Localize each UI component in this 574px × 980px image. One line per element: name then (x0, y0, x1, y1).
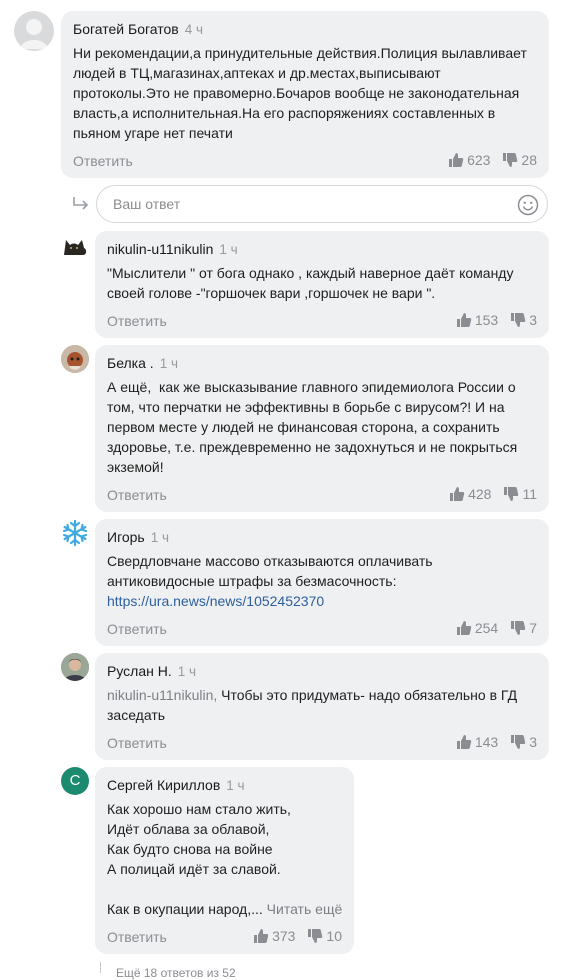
comment-text: Как хорошо нам стало жить, Идёт облава з… (107, 801, 343, 917)
votes: 428 11 (449, 486, 537, 502)
like-count: 373 (272, 928, 296, 944)
like-button[interactable]: 153 (456, 312, 498, 328)
like-count: 623 (467, 152, 491, 168)
like-button[interactable]: 254 (456, 620, 498, 636)
reply-button[interactable]: Ответить (107, 621, 167, 637)
reply-input-container (96, 185, 548, 223)
like-count: 143 (474, 734, 499, 750)
comment-bubble: Сергей Кириллов 1 ч Как хорошо нам стало … (95, 767, 354, 954)
dislike-button[interactable]: 3 (510, 734, 537, 750)
dislike-button[interactable]: 7 (510, 620, 537, 636)
timestamp[interactable]: 1 ч (178, 664, 196, 679)
dislike-button[interactable]: 11 (503, 486, 537, 502)
votes: 143 3 (456, 734, 537, 750)
votes: 153 3 (456, 312, 537, 328)
comment-bubble: Белка . 1 ч А ещё, как же высказывание гл… (95, 345, 549, 512)
author-name[interactable]: Богатей Богатов (73, 21, 179, 37)
thumbs-down-icon (504, 487, 519, 501)
reply-arrow-icon (73, 197, 89, 210)
comment-bubble: Игорь 1 ч Свердловчане массово отказывают… (95, 519, 549, 646)
timestamp[interactable]: 1 ч (151, 530, 169, 545)
squirrel-avatar-icon (61, 345, 89, 373)
dislike-button[interactable]: 3 (510, 312, 537, 328)
thumbs-up-icon (449, 153, 464, 167)
votes: 623 28 (448, 152, 537, 168)
comment-bubble: Руслан Н. 1 ч nikulin-u11nikulin, Чтобы э… (95, 653, 549, 760)
timestamp[interactable]: 4 ч (185, 22, 203, 37)
author-name[interactable]: Сергей Кириллов (107, 777, 220, 793)
author-name[interactable]: Игорь (107, 529, 145, 545)
votes: 254 7 (456, 620, 537, 636)
thread-line (100, 962, 101, 973)
thumbs-up-icon (254, 929, 269, 943)
dislike-button[interactable]: 28 (502, 152, 537, 168)
thumbs-down-icon (511, 313, 526, 327)
reply-button[interactable]: Ответить (73, 153, 133, 169)
author-name[interactable]: Белка . (107, 355, 154, 371)
thumbs-down-icon (503, 153, 518, 167)
votes: 373 10 (253, 928, 342, 944)
thumbs-down-icon (511, 735, 526, 749)
comment-text: Ни рекомендации,а принудительные действи… (73, 45, 527, 141)
author-name[interactable]: Руслан Н. (107, 663, 172, 679)
comment-text: Свердловчане массово отказываются оплачи… (107, 553, 433, 609)
read-more-link[interactable]: Читать ещё (267, 901, 343, 917)
dislike-count: 3 (529, 734, 537, 750)
dislike-count: 11 (522, 486, 537, 502)
timestamp[interactable]: 1 ч (160, 356, 178, 371)
emoji-icon[interactable] (517, 194, 539, 216)
reply-button[interactable]: Ответить (107, 313, 167, 329)
like-button[interactable]: 428 (449, 486, 491, 502)
cat-avatar-icon (64, 240, 87, 255)
thumbs-up-icon (456, 313, 472, 327)
thumbs-down-icon (308, 929, 323, 943)
dislike-button[interactable]: 10 (307, 928, 342, 944)
mention-link[interactable]: nikulin-u11nikulin, (107, 687, 217, 703)
more-replies-link[interactable]: Ещё 18 ответов из 52 (116, 966, 236, 980)
dislike-count: 28 (521, 152, 537, 168)
like-count: 428 (468, 486, 492, 502)
author-name[interactable]: nikulin-u11nikulin (107, 241, 213, 257)
like-count: 153 (474, 312, 499, 328)
thumbs-up-icon (456, 621, 472, 635)
reply-button[interactable]: Ответить (107, 929, 167, 945)
dislike-count: 10 (326, 928, 342, 944)
avatar[interactable] (14, 11, 54, 51)
dislike-count: 7 (529, 620, 537, 636)
comment-text: А ещё, как же высказывание главного эпид… (107, 379, 518, 475)
reply-button[interactable]: Ответить (107, 487, 167, 503)
user-placeholder-icon (20, 19, 48, 49)
comment-link[interactable]: https://ura.news/news/1052452370 (107, 593, 324, 609)
comment-text: "Мыслители " от бога однако , каждый нав… (107, 265, 514, 301)
timestamp[interactable]: 1 ч (219, 242, 237, 257)
thumbs-up-icon (456, 735, 472, 749)
avatar[interactable]: С (61, 767, 89, 795)
comment-text: nikulin-u11nikulin, Чтобы это придумать-… (107, 687, 518, 723)
avatar-letter: С (69, 772, 81, 789)
like-button[interactable]: 373 (253, 928, 295, 944)
reply-input[interactable] (111, 195, 505, 213)
avatar[interactable] (61, 519, 89, 547)
thumbs-up-icon (450, 487, 465, 501)
avatar[interactable] (61, 345, 89, 373)
timestamp[interactable]: 1 ч (226, 778, 244, 793)
like-button[interactable]: 623 (448, 152, 490, 168)
like-button[interactable]: 143 (456, 734, 498, 750)
avatar[interactable] (61, 231, 89, 259)
reply-button[interactable]: Ответить (107, 735, 167, 751)
snowflake-icon (62, 519, 88, 547)
avatar[interactable] (61, 653, 89, 681)
comment-bubble: nikulin-u11nikulin 1 ч "Мыслители " от бо… (95, 231, 549, 338)
comment-bubble: Богатей Богатов 4 ч Ни рекомендации,а при… (61, 11, 549, 178)
thumbs-down-icon (511, 621, 526, 635)
user-photo-icon (61, 653, 89, 681)
dislike-count: 3 (529, 312, 537, 328)
like-count: 254 (474, 620, 499, 636)
